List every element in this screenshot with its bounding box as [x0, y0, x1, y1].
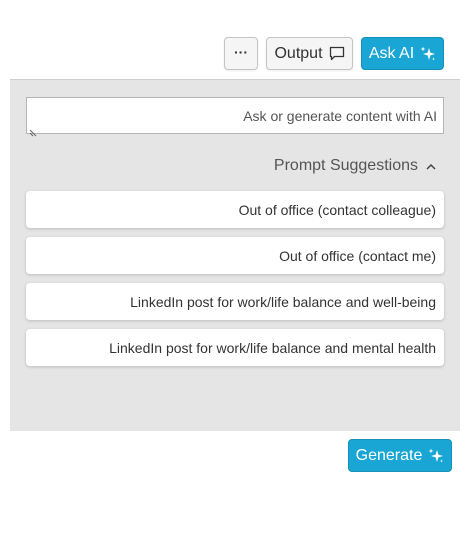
sparkle-icon: [428, 448, 444, 464]
suggestion-item[interactable]: Out of office (contact colleague): [26, 191, 444, 228]
generate-button-label: Generate: [355, 446, 423, 464]
generate-button[interactable]: Generate: [348, 439, 452, 472]
ask-ai-button[interactable]: Ask AI: [361, 37, 444, 70]
sparkle-icon: [420, 46, 436, 62]
suggestion-item[interactable]: Out of office (contact me): [26, 237, 444, 274]
prompt-suggestions-toggle[interactable]: Prompt Suggestions: [274, 157, 436, 175]
resize-handle[interactable]: [29, 124, 37, 137]
chevron-up-icon: [426, 163, 436, 170]
prompt-box: [26, 97, 444, 137]
prompt-input[interactable]: [27, 98, 443, 133]
ai-panel: Prompt Suggestions Out of office (contac…: [10, 79, 460, 431]
suggestion-item[interactable]: LinkedIn post for work/life balance and …: [26, 283, 444, 320]
suggestion-list: Out of office (contact colleague) Out of…: [26, 191, 444, 375]
chat-bubble-icon: [329, 46, 345, 61]
prompt-suggestions-title: Prompt Suggestions: [273, 157, 418, 174]
output-button-label: Output: [274, 44, 323, 62]
ask-ai-button-label: Ask AI: [368, 44, 415, 62]
toolbar: ··· Output Ask AI: [224, 37, 444, 70]
suggestion-item[interactable]: LinkedIn post for work/life balance and …: [26, 329, 444, 366]
more-options-button[interactable]: ···: [224, 37, 258, 70]
output-button[interactable]: Output: [266, 37, 353, 70]
